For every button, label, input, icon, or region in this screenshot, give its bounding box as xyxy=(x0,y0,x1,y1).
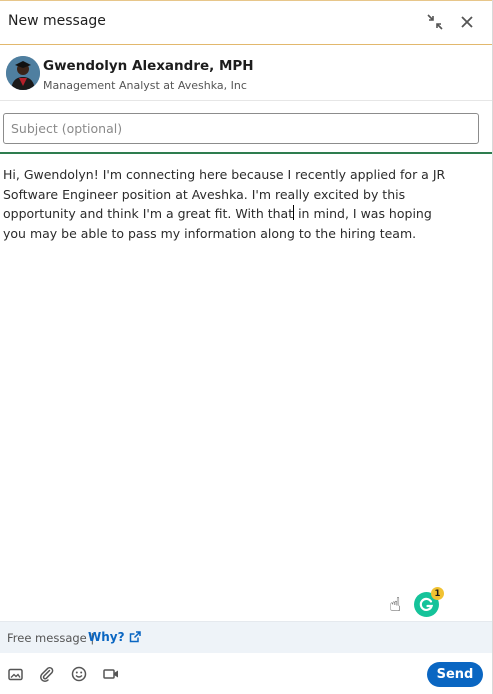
compose-toolbar: Send xyxy=(0,653,492,694)
pointing-hand-icon[interactable]: ☝ xyxy=(383,593,407,617)
why-link-label: Why? xyxy=(88,630,125,644)
grammarly-count-badge: 1 xyxy=(431,587,444,600)
avatar xyxy=(6,56,40,90)
message-text-after-caret: in mind, I was hoping xyxy=(294,206,432,221)
message-line-with-caret: opportunity and think I'm a great fit. W… xyxy=(3,204,473,224)
paperclip-icon[interactable] xyxy=(36,663,58,685)
external-link-icon xyxy=(129,631,141,643)
message-line: Hi, Gwendolyn! I'm connecting here becau… xyxy=(3,167,446,182)
minimize-arrows-icon[interactable] xyxy=(424,11,446,33)
why-link[interactable]: Why? xyxy=(88,630,141,644)
send-button[interactable]: Send xyxy=(427,662,483,687)
message-header: New message xyxy=(0,1,492,45)
recipient-card[interactable]: Gwendolyn Alexandre, MPH Management Anal… xyxy=(0,46,492,101)
header-title: New message xyxy=(8,13,106,29)
emoji-icon[interactable] xyxy=(68,663,90,685)
recipient-name[interactable]: Gwendolyn Alexandre, MPH xyxy=(43,58,254,74)
message-line: Software Engineer position at Aveshka. I… xyxy=(3,186,406,202)
message-body[interactable]: Hi, Gwendolyn! I'm connecting here becau… xyxy=(3,165,473,243)
subject-input[interactable] xyxy=(3,113,479,144)
footer-info: Free message | Why? xyxy=(0,621,492,653)
message-window: New message Gwendolyn Alexandre, MPH Man… xyxy=(0,0,493,694)
close-icon[interactable] xyxy=(456,11,478,33)
message-line: you may be able to pass my information a… xyxy=(3,225,417,241)
video-icon[interactable] xyxy=(100,663,122,685)
free-message-text: Free message | xyxy=(7,631,95,645)
image-icon[interactable] xyxy=(4,663,26,685)
recipient-headline: Management Analyst at Aveshka, Inc xyxy=(43,79,247,92)
message-text-before-caret: opportunity and think I'm a great fit. W… xyxy=(3,206,294,221)
body-divider xyxy=(0,152,492,154)
